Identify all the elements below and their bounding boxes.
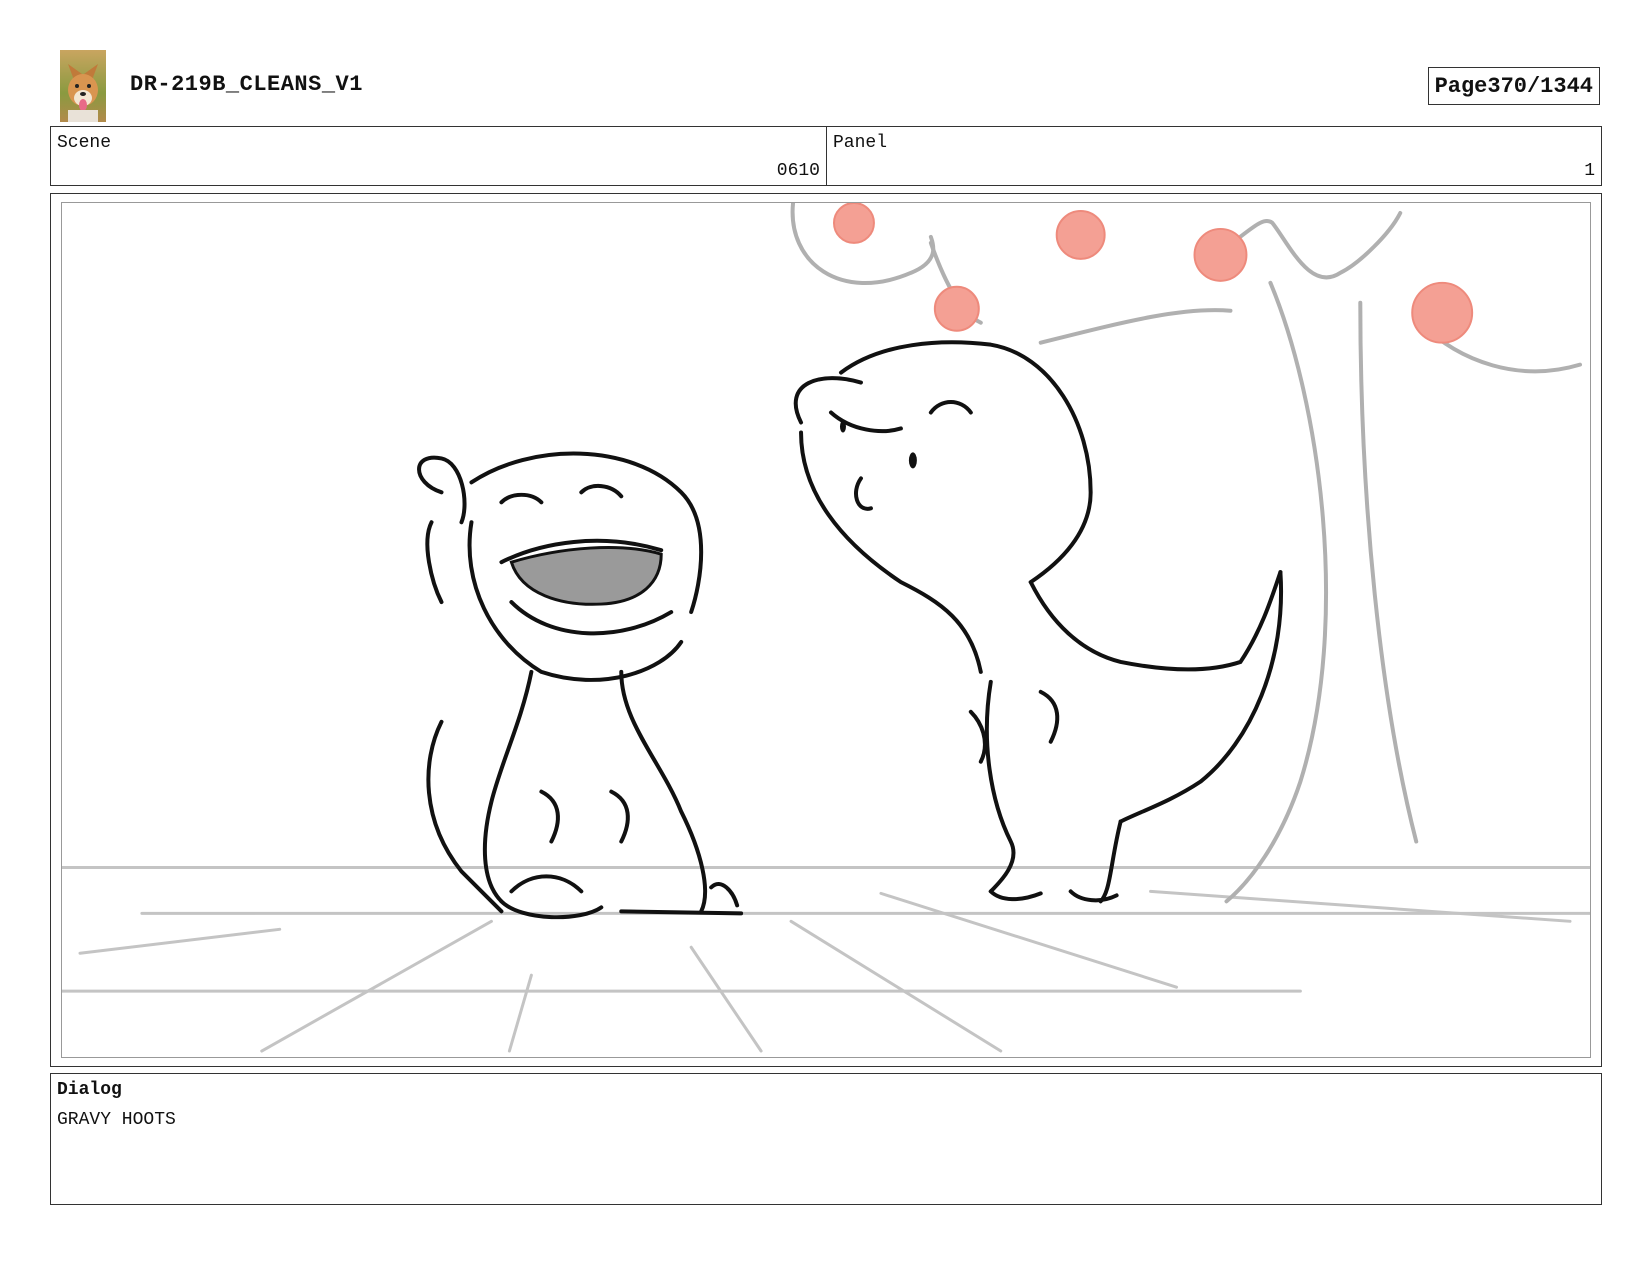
page-number: 370/1344 [1487,73,1593,99]
left-dinosaur-sketch [417,451,744,920]
dialog-label: Dialog [57,1080,122,1100]
scene-value: 0610 [776,161,820,181]
right-dinosaur-nostril [839,420,846,433]
fruit-sketches [832,203,1474,344]
dog-photo-logo [60,50,106,122]
right-dinosaur-sketch [793,340,1284,904]
panel-label: Panel [833,133,888,153]
left-dinosaur-mouth [509,545,663,606]
panel-value: 1 [1584,161,1595,181]
right-dinosaur-eye [908,452,917,469]
scene-panel-info: Scene 0610 Panel 1 [50,126,1602,186]
page-header: DR-219B_CLEANS_V1 Page 370/1344 [60,50,1600,122]
scene-cell: Scene 0610 [51,127,827,185]
page-label: Page [1434,73,1488,99]
panel-cell: Panel 1 [827,127,1601,185]
page-indicator: Page 370/1344 [1427,67,1600,105]
storyboard-panel [61,202,1591,1058]
storyboard-sketch [62,203,1590,1053]
scene-label: Scene [57,133,112,153]
dialog-box: Dialog GRAVY HOOTS [50,1073,1602,1205]
ground-lines [62,865,1590,1053]
dialog-text: GRAVY HOOTS [57,1110,176,1130]
storyboard-frame [50,193,1602,1067]
document-title: DR-219B_CLEANS_V1 [130,72,363,97]
